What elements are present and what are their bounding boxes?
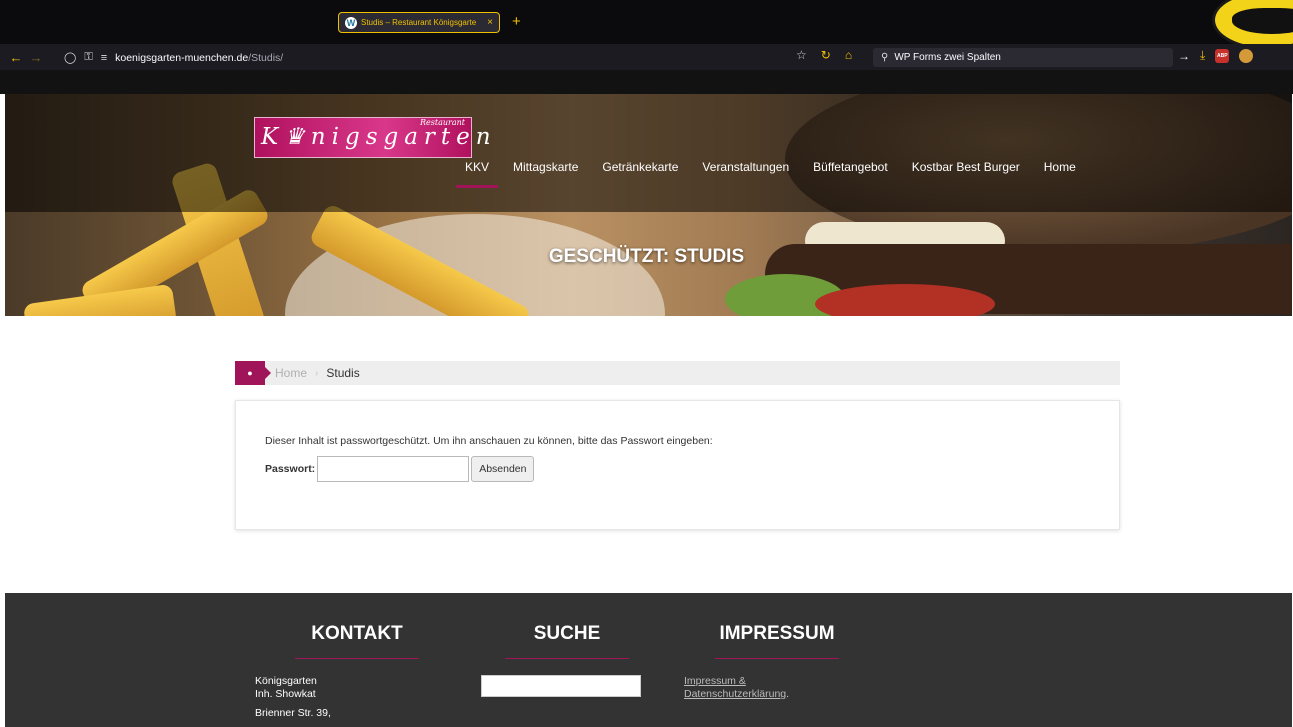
url-host: koenigsgarten-muenchen.de [115, 51, 249, 64]
impressum-suffix: . [786, 688, 790, 700]
browser-tab-active[interactable]: W Studis – Restaurant Königsgarte × [338, 12, 500, 33]
browser-nav-bar: ← → ◯ ⚿ ≡ koenigsgarten-muenchen.de/Stud… [0, 44, 1293, 70]
password-label: Passwort: [265, 463, 316, 475]
nav-item-bueffetangebot[interactable]: Büffetangebot [813, 160, 888, 174]
browser-tab-bar: W Studis – Restaurant Königsgarte × + [0, 0, 1293, 44]
main-navigation: KKV Mittagskarte Getränkekarte Veranstal… [455, 160, 1100, 188]
wordpress-icon: W [345, 16, 357, 29]
footer-contact-line: Brienner Str. 39, [255, 707, 331, 719]
breadcrumb-current: Studis [326, 366, 360, 380]
footer-contact-text: Königsgarten Inh. Showkat Brienner Str. … [255, 675, 331, 720]
footer-col-suche: SUCHE [505, 593, 629, 659]
url-text[interactable]: koenigsgarten-muenchen.de/Studis/ [115, 52, 283, 64]
site-header-overlay [5, 94, 1292, 212]
impressum-link[interactable]: Impressum & [684, 675, 746, 687]
browser-search-box[interactable]: ⚲ WP Forms zwei Spalten [873, 48, 1173, 67]
nav-item-home[interactable]: Home [1044, 160, 1076, 174]
back-arrow-icon[interactable]: ← [6, 50, 26, 65]
breadcrumb-separator-icon: › [315, 367, 319, 379]
shield-icon[interactable]: ◯ [64, 51, 76, 64]
datenschutz-link[interactable]: Datenschutzerklärung [684, 688, 786, 700]
extension-icon[interactable] [1239, 48, 1254, 63]
footer-heading-suche: SUCHE [505, 593, 629, 659]
submit-button[interactable]: Absenden [471, 456, 535, 482]
new-tab-button[interactable]: + [512, 14, 521, 29]
toolbar-right: → ⤓ ABP [1178, 48, 1254, 63]
hero-banner [5, 94, 1292, 316]
password-input[interactable] [317, 456, 470, 482]
browser-theme-art [1200, 0, 1293, 44]
breadcrumb-home-link[interactable]: Home [275, 366, 307, 380]
footer-heading-kontakt: KONTAKT [295, 593, 419, 659]
nav-item-veranstaltungen[interactable]: Veranstaltungen [702, 160, 789, 174]
permissions-icon[interactable]: ≡ [101, 52, 107, 64]
footer-col-kontakt: KONTAKT [295, 593, 419, 659]
page-top-strip [0, 70, 1293, 94]
search-icon: ⚲ [881, 52, 889, 63]
nav-item-kostbar-best-burger[interactable]: Kostbar Best Burger [912, 160, 1020, 174]
footer-col-impressum: IMPRESSUM [715, 593, 839, 659]
nav-item-getraenkekarte[interactable]: Getränkekarte [602, 160, 678, 174]
site-footer [5, 593, 1292, 727]
download-icon[interactable]: ⤓ [1200, 48, 1205, 63]
bookmark-star-icon[interactable]: ☆ [796, 48, 807, 62]
forward-arrow-icon[interactable]: → [26, 50, 46, 65]
password-form-card: Dieser Inhalt ist passwortgeschützt. Um … [235, 400, 1120, 530]
nav-item-kkv[interactable]: KKV [455, 160, 499, 188]
footer-impressum-links: Impressum & Datenschutzerklärung. [684, 675, 789, 701]
page-title: GESCHÜTZT: STUDIS [548, 246, 745, 267]
browser-search-text: WP Forms zwei Spalten [894, 52, 1001, 63]
footer-heading-impressum: IMPRESSUM [715, 593, 839, 659]
footer-contact-line: Inh. Showkat [255, 688, 316, 700]
password-notice: Dieser Inhalt ist passwortgeschützt. Um … [265, 435, 713, 447]
nav-item-mittagskarte[interactable]: Mittagskarte [513, 160, 578, 174]
site-logo[interactable]: Restaurant K♛nigsgarten [254, 117, 491, 158]
footer-search-input[interactable] [481, 675, 641, 697]
search-go-arrow-icon[interactable]: → [1178, 49, 1190, 63]
breadcrumb: ● Home › Studis [235, 361, 1120, 385]
tab-title: Studis – Restaurant Königsgarte [361, 18, 477, 27]
url-path: /Studis/ [248, 51, 284, 64]
reload-icon[interactable]: ↻ [821, 48, 831, 62]
lock-icon[interactable]: ⚿ [84, 51, 92, 64]
home-icon[interactable]: ⌂ [845, 48, 852, 62]
breadcrumb-home-icon[interactable]: ● [235, 361, 271, 385]
url-actions: ☆ ↻ ⌂ [796, 48, 852, 62]
close-icon[interactable]: × [487, 17, 493, 28]
password-row: Passwort: Absenden [265, 456, 535, 482]
logo-title: K♛nigsgarten [261, 124, 497, 150]
adblock-icon[interactable]: ABP [1215, 48, 1230, 63]
url-bar[interactable]: ◯ ⚿ ≡ koenigsgarten-muenchen.de/Studis/ [64, 48, 820, 67]
footer-contact-line: Königsgarten [255, 675, 317, 687]
hero-tomato [815, 284, 995, 316]
